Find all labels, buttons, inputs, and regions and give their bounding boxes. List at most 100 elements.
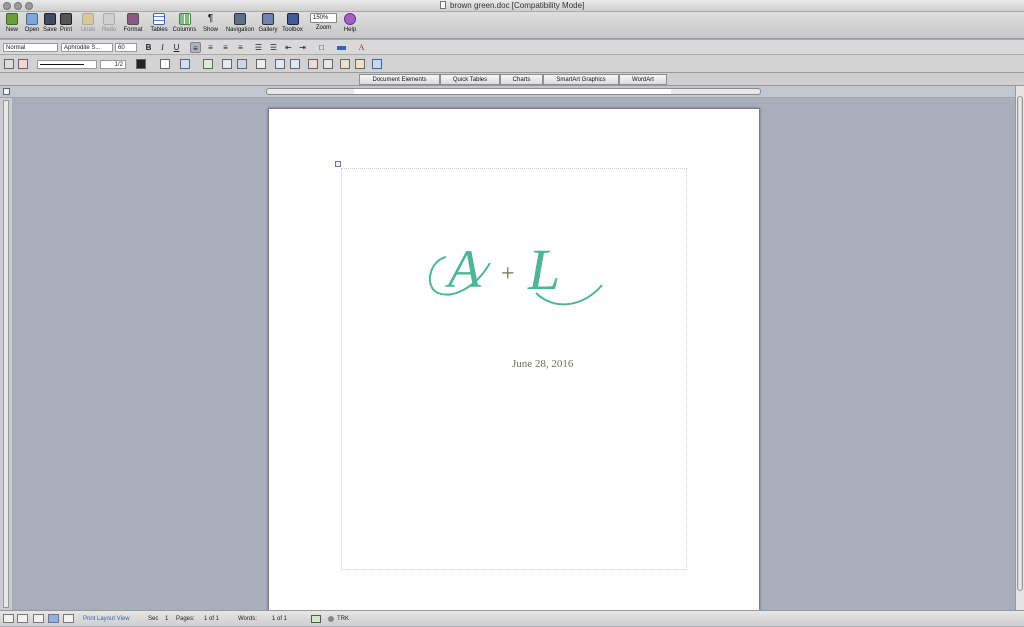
track-changes-label[interactable]: TRK bbox=[337, 611, 349, 627]
vertical-ruler[interactable] bbox=[3, 100, 9, 608]
publishing-view-button[interactable] bbox=[33, 614, 44, 623]
distribute-rows-icon[interactable] bbox=[275, 59, 285, 69]
print-layout-view-button[interactable] bbox=[48, 614, 59, 623]
split-cells-icon[interactable] bbox=[237, 59, 247, 69]
tables-button[interactable]: Tables bbox=[149, 13, 169, 33]
style-select[interactable]: Normal bbox=[3, 43, 58, 52]
monogram-plus: + bbox=[501, 261, 515, 287]
pages-label: Pages: bbox=[176, 616, 195, 622]
autosum-icon[interactable] bbox=[372, 59, 382, 69]
draft-view-button[interactable] bbox=[3, 614, 14, 623]
redo-icon bbox=[103, 13, 115, 25]
justify-button[interactable]: ≡ bbox=[235, 42, 246, 53]
elements-gallery-bar: Document Elements Quick Tables Charts Sm… bbox=[0, 73, 1024, 86]
highlight-button[interactable] bbox=[336, 42, 347, 53]
line-style-select[interactable] bbox=[37, 60, 97, 69]
document-icon bbox=[439, 1, 446, 9]
increase-indent-button[interactable]: ⇥ bbox=[297, 42, 308, 53]
font-size-select[interactable]: 60 bbox=[115, 43, 137, 52]
words-value: 1 of 1 bbox=[272, 616, 288, 622]
open-button[interactable]: Open bbox=[23, 13, 41, 33]
open-folder-icon bbox=[26, 13, 38, 25]
eraser-icon[interactable] bbox=[18, 59, 28, 69]
formatting-toolbar: Normal Aphrodite S... 60 B I U ≡ ≡ ≡ ≡ ☰… bbox=[0, 40, 1024, 55]
notebook-view-button[interactable] bbox=[63, 614, 74, 623]
vertical-scrollbar[interactable] bbox=[1015, 86, 1024, 610]
distribute-columns-icon[interactable] bbox=[290, 59, 300, 69]
view-name: Print Layout View bbox=[83, 616, 130, 622]
show-button[interactable]: ¶ Show bbox=[202, 13, 219, 33]
horizontal-ruler[interactable] bbox=[266, 88, 761, 95]
toolbox-icon bbox=[286, 13, 299, 25]
decrease-indent-button[interactable]: ⇤ bbox=[283, 42, 294, 53]
navigation-pane-icon bbox=[234, 13, 246, 25]
redo-button[interactable]: Redo bbox=[99, 13, 119, 33]
sort-ascending-icon[interactable] bbox=[340, 59, 350, 69]
columns-icon bbox=[178, 13, 191, 25]
ruler-toggle-icon[interactable] bbox=[3, 88, 10, 95]
bold-button[interactable]: B bbox=[143, 42, 154, 53]
text-box-anchor-icon[interactable] bbox=[335, 161, 341, 167]
tab-document-elements[interactable]: Document Elements bbox=[359, 74, 440, 85]
zoom-window-button[interactable] bbox=[25, 2, 33, 10]
shading-icon[interactable] bbox=[180, 59, 190, 69]
toolbox-button[interactable]: Toolbox bbox=[280, 13, 305, 33]
outline-view-button[interactable] bbox=[17, 614, 28, 623]
border-icon: □ bbox=[319, 43, 324, 52]
tab-smartart-graphics[interactable]: SmartArt Graphics bbox=[543, 74, 619, 85]
insert-table-icon[interactable] bbox=[203, 59, 213, 69]
align-right-button[interactable]: ≡ bbox=[220, 42, 231, 53]
document-page[interactable]: A + L June 28, 2016 bbox=[268, 108, 760, 612]
new-button[interactable]: New bbox=[3, 13, 21, 33]
text-box[interactable]: A + L June 28, 2016 bbox=[341, 168, 687, 570]
numbering-button[interactable]: ☰ bbox=[268, 42, 279, 53]
columns-button[interactable]: Columns bbox=[171, 13, 198, 33]
tab-quick-tables[interactable]: Quick Tables bbox=[440, 74, 500, 85]
gallery-button[interactable]: Gallery bbox=[257, 13, 279, 33]
pilcrow-icon: ¶ bbox=[207, 13, 214, 24]
undo-button[interactable]: Undo bbox=[78, 13, 98, 33]
line-weight-select[interactable]: 1/2 bbox=[100, 60, 126, 69]
format-brush-icon bbox=[127, 13, 139, 25]
status-bar: Print Layout View Sec 1 Pages: 1 of 1 Wo… bbox=[0, 610, 1024, 626]
numbered-list-icon: ☰ bbox=[269, 43, 278, 52]
words-label: Words: bbox=[238, 616, 257, 622]
bullet-list-icon: ☰ bbox=[254, 43, 263, 52]
merge-cells-icon[interactable] bbox=[222, 59, 232, 69]
help-button[interactable]: Help bbox=[342, 13, 358, 33]
section-value: 1 bbox=[165, 616, 169, 622]
justify-icon: ≡ bbox=[238, 43, 243, 52]
spelling-check-icon[interactable] bbox=[311, 615, 321, 623]
format-button[interactable]: Format bbox=[122, 13, 144, 33]
outdent-icon: ⇤ bbox=[285, 43, 292, 52]
zoom-control[interactable]: 150% Zoom bbox=[310, 13, 337, 31]
text-direction-icon[interactable] bbox=[323, 59, 333, 69]
minimize-window-button[interactable] bbox=[14, 2, 22, 10]
monogram-right-letter: L bbox=[527, 237, 560, 302]
monogram: A + L bbox=[428, 237, 603, 306]
bullets-button[interactable]: ☰ bbox=[253, 42, 264, 53]
underline-button[interactable]: U bbox=[171, 42, 182, 53]
indent-icon: ⇥ bbox=[299, 43, 306, 52]
pages-value: 1 of 1 bbox=[204, 616, 220, 622]
borders-button[interactable]: □ bbox=[316, 42, 327, 53]
italic-button[interactable]: I bbox=[157, 42, 168, 53]
align-center-button[interactable]: ≡ bbox=[205, 42, 216, 53]
font-color-button[interactable]: A bbox=[356, 42, 367, 53]
new-document-icon bbox=[6, 13, 18, 25]
cell-align-icon[interactable] bbox=[256, 59, 266, 69]
close-window-button[interactable] bbox=[3, 2, 11, 10]
sort-descending-icon[interactable] bbox=[355, 59, 365, 69]
print-button[interactable]: Print bbox=[57, 13, 75, 33]
navigation-button[interactable]: Navigation bbox=[223, 13, 257, 33]
autoformat-icon[interactable] bbox=[308, 59, 318, 69]
align-left-button[interactable]: ≡ bbox=[190, 42, 201, 53]
tab-charts[interactable]: Charts bbox=[500, 74, 543, 85]
scrollbar-thumb[interactable] bbox=[1017, 96, 1023, 591]
font-select[interactable]: Aphrodite S... bbox=[61, 43, 113, 52]
section-label: Sec bbox=[148, 616, 159, 622]
tab-wordart[interactable]: WordArt bbox=[619, 74, 667, 85]
draw-table-icon[interactable] bbox=[4, 59, 14, 69]
border-color-icon[interactable] bbox=[136, 59, 146, 69]
outside-border-icon[interactable] bbox=[160, 59, 170, 69]
